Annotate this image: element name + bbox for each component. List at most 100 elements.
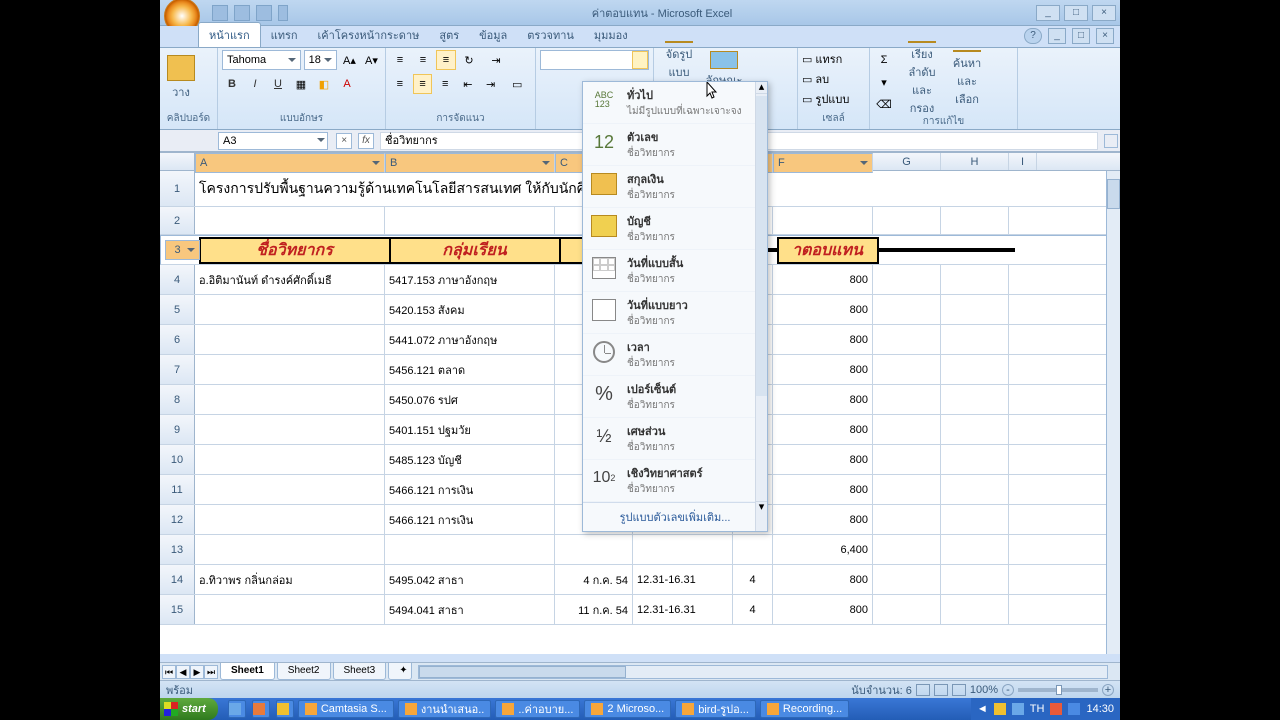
quicklaunch-2[interactable] <box>252 700 270 718</box>
menu-scrollbar[interactable]: ▴ ▾ <box>755 82 767 531</box>
zoom-out-button[interactable]: - <box>1002 684 1014 696</box>
delete-cells-button[interactable]: ▭ ลบ <box>802 70 865 88</box>
tray-icon[interactable] <box>1050 703 1062 715</box>
scroll-down-icon[interactable]: ▾ <box>756 501 767 513</box>
taskbar-item[interactable]: งานนำเสนอ.. <box>398 700 491 718</box>
align-right-button[interactable]: ≡ <box>435 74 455 94</box>
grow-font-button[interactable]: A▴ <box>340 50 359 70</box>
align-left-button[interactable]: ≡ <box>390 74 410 94</box>
tab-home[interactable]: หน้าแรก <box>198 22 261 47</box>
fontsize-select[interactable]: 18 <box>304 50 337 70</box>
sheet-tab-1[interactable]: Sheet1 <box>220 663 275 680</box>
shrink-font-button[interactable]: A▾ <box>362 50 381 70</box>
format-shortdate[interactable]: วันที่แบบสั้นชื่อวิทยากร <box>583 250 767 292</box>
header-f[interactable]: าตอบแทน <box>778 238 878 263</box>
insert-cells-button[interactable]: ▭ แทรก <box>802 50 865 68</box>
name-box[interactable]: A3 <box>218 132 328 150</box>
next-sheet-button[interactable]: ▶ <box>190 665 204 679</box>
select-all-corner[interactable] <box>160 153 195 170</box>
fill-button[interactable]: ▾ <box>874 72 894 92</box>
expand-formula-button[interactable] <box>1104 134 1118 148</box>
quicklaunch-3[interactable] <box>276 700 294 718</box>
col-b[interactable]: B <box>385 153 555 173</box>
close-button[interactable]: × <box>1092 5 1116 21</box>
start-button[interactable]: start <box>160 698 218 720</box>
sheet-tab-2[interactable]: Sheet2 <box>277 663 331 680</box>
number-format-dropdown[interactable] <box>540 50 649 70</box>
format-more[interactable]: รูปแบบตัวเลขเพิ่มเติม... <box>583 502 767 531</box>
redo-icon[interactable] <box>256 5 272 21</box>
find-select-button[interactable]: ค้นหาและ เลือก <box>946 50 988 108</box>
indent-inc-button[interactable]: ⇥ <box>481 74 501 94</box>
save-icon[interactable] <box>212 5 228 21</box>
system-tray[interactable]: ◄ TH 14:30 <box>971 698 1120 720</box>
tab-data[interactable]: ข้อมูล <box>469 23 517 47</box>
underline-button[interactable]: U <box>268 74 288 94</box>
format-general[interactable]: ABC123 ทั่วไปไม่มีรูปแบบที่เฉพาะเจาะจง <box>583 82 767 124</box>
view-break-icon[interactable] <box>952 684 966 696</box>
col-a[interactable]: A <box>195 153 385 173</box>
horizontal-scrollbar[interactable] <box>418 665 1108 679</box>
font-color-button[interactable]: A <box>337 74 357 94</box>
bold-button[interactable]: B <box>222 74 242 94</box>
autosum-button[interactable]: Σ <box>874 50 894 70</box>
sort-filter-button[interactable]: เรียงลำดับ และกรอง <box>901 50 943 108</box>
col-i[interactable]: I <box>1009 153 1037 170</box>
italic-button[interactable]: I <box>245 74 265 94</box>
ribbon-restore-button[interactable]: □ <box>1072 28 1090 44</box>
tray-icon[interactable] <box>1012 703 1024 715</box>
undo-icon[interactable] <box>234 5 250 21</box>
format-number[interactable]: 12 ตัวเลขชื่อวิทยากร <box>583 124 767 166</box>
help-icon[interactable]: ? <box>1024 28 1042 44</box>
zoom-slider[interactable] <box>1018 688 1098 692</box>
align-bottom-button[interactable]: ≡ <box>436 50 456 70</box>
wrap-text-button[interactable]: ⇥ <box>482 50 510 70</box>
tab-formulas[interactable]: สูตร <box>429 23 469 47</box>
title-cell[interactable]: โครงการปรับพื้นฐานความรู้ด้านเทคโนโลยีสา… <box>195 171 955 206</box>
tab-view[interactable]: มุมมอง <box>584 23 638 47</box>
ribbon-minimize-button[interactable]: _ <box>1048 28 1066 44</box>
tray-icon[interactable] <box>994 703 1006 715</box>
format-accounting[interactable]: บัญชีชื่อวิทยากร <box>583 208 767 250</box>
last-sheet-button[interactable]: ⏭ <box>204 665 218 679</box>
header-b[interactable]: กลุ่มเรียน <box>390 238 560 263</box>
cancel-formula-button[interactable]: × <box>336 133 352 149</box>
font-select[interactable]: Tahoma <box>222 50 301 70</box>
paste-button[interactable]: วาง <box>164 50 198 106</box>
format-time[interactable]: เวลาชื่อวิทยากร <box>583 334 767 376</box>
quicklaunch-1[interactable] <box>228 700 246 718</box>
ribbon-close-button[interactable]: × <box>1096 28 1114 44</box>
sheet-tab-3[interactable]: Sheet3 <box>333 663 387 680</box>
scroll-up-icon[interactable]: ▴ <box>756 82 767 94</box>
format-cells-button[interactable]: ▭ รูปแบบ <box>802 90 865 108</box>
format-fraction[interactable]: ½ เศษส่วนชื่อวิทยากร <box>583 418 767 460</box>
tab-review[interactable]: ตรวจทาน <box>517 23 584 47</box>
border-button[interactable]: ▦ <box>291 74 311 94</box>
qat-more-icon[interactable] <box>278 5 288 21</box>
prev-sheet-button[interactable]: ◀ <box>176 665 190 679</box>
format-currency[interactable]: สกุลเงินชื่อวิทยากร <box>583 166 767 208</box>
header-a[interactable]: ชื่อวิทยากร <box>200 238 390 263</box>
new-sheet-button[interactable]: ✦ <box>388 663 412 680</box>
zoom-in-button[interactable]: + <box>1102 684 1114 696</box>
col-f[interactable]: F <box>773 153 873 173</box>
tab-layout[interactable]: เค้าโครงหน้ากระดาษ <box>308 23 430 47</box>
align-middle-button[interactable]: ≡ <box>413 50 433 70</box>
tab-insert[interactable]: แทรก <box>261 23 308 47</box>
minimize-button[interactable]: _ <box>1036 5 1060 21</box>
indent-dec-button[interactable]: ⇤ <box>458 74 478 94</box>
view-normal-icon[interactable] <box>916 684 930 696</box>
vertical-scrollbar[interactable] <box>1106 171 1120 654</box>
col-g[interactable]: G <box>873 153 941 170</box>
taskbar-item[interactable]: ..ค่าอบาย... <box>495 700 580 718</box>
tray-icon[interactable] <box>1068 703 1080 715</box>
view-layout-icon[interactable] <box>934 684 948 696</box>
taskbar-item[interactable]: Camtasia S... <box>298 700 394 718</box>
fx-button[interactable]: fx <box>358 133 374 149</box>
fill-color-button[interactable]: ◧ <box>314 74 334 94</box>
taskbar-item[interactable]: 2 Microso... <box>584 700 671 718</box>
taskbar-item[interactable]: bird-รูปอ... <box>675 700 756 718</box>
maximize-button[interactable]: □ <box>1064 5 1088 21</box>
col-h[interactable]: H <box>941 153 1009 170</box>
tray-lang[interactable]: TH <box>1030 703 1045 715</box>
